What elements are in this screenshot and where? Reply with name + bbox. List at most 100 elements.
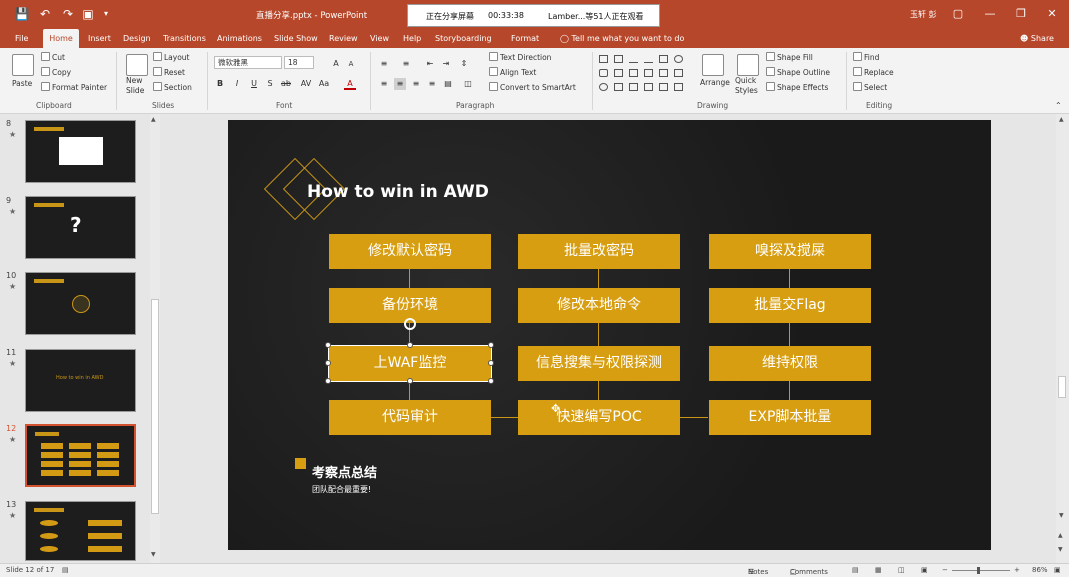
scroll-up-icon[interactable]: ▲ (151, 116, 156, 123)
reading-view-icon[interactable]: ◫ (898, 566, 905, 574)
tab-insert[interactable]: Insert (88, 29, 111, 48)
copy-button[interactable]: Copy (41, 67, 71, 79)
ribbon-display-icon[interactable]: ▢ (950, 6, 966, 22)
section-button[interactable]: Section (153, 82, 192, 94)
rotate-handle-icon[interactable] (404, 318, 416, 330)
tab-review[interactable]: Review (329, 29, 358, 48)
restore-icon[interactable]: ❐ (1013, 6, 1029, 22)
zoom-slider[interactable] (952, 570, 1010, 571)
find-button[interactable]: Find (853, 52, 879, 64)
box-modify-local-commands[interactable]: 修改本地命令 (518, 288, 680, 323)
slide-thumbnail-8[interactable] (25, 120, 136, 183)
slide-title[interactable]: How to win in AWD (307, 182, 489, 202)
next-slide-icon[interactable]: ▼ (1058, 546, 1063, 553)
resize-handle[interactable] (407, 378, 413, 384)
minimize-icon[interactable]: — (982, 6, 998, 22)
thumbnail-scrollbar[interactable]: ▲ ▼ (150, 114, 160, 563)
font-size-select[interactable]: 18 (284, 56, 314, 69)
collapse-ribbon-icon[interactable]: ⌃ (1055, 100, 1062, 112)
scroll-down-icon[interactable]: ▼ (1059, 512, 1064, 519)
normal-view-icon[interactable]: ▤ (852, 566, 859, 574)
zoom-in-icon[interactable]: + (1014, 566, 1020, 574)
zoom-out-icon[interactable]: − (942, 566, 948, 574)
scroll-up-icon[interactable]: ▲ (1059, 116, 1064, 123)
slide-canvas[interactable]: How to win in AWD 修改默认密码 批量改密码 嗅探及搅屎 备份环… (228, 120, 991, 550)
increase-indent-icon[interactable]: ⇥ (440, 58, 452, 70)
align-text-button[interactable]: Align Text (489, 67, 536, 79)
convert-smartart-button[interactable]: Convert to SmartArt (489, 82, 576, 94)
resize-handle[interactable] (488, 360, 494, 366)
box-info-gathering[interactable]: 信息搜集与权限探测 (518, 346, 680, 381)
tab-transitions[interactable]: Transitions (163, 29, 206, 48)
text-direction-button[interactable]: Text Direction (489, 52, 551, 64)
slide-thumbnail-10[interactable] (25, 272, 136, 335)
scroll-down-icon[interactable]: ▼ (151, 551, 156, 558)
tab-animations[interactable]: Animations (217, 29, 262, 48)
box-change-default-password[interactable]: 修改默认密码 (329, 234, 491, 269)
new-slide-button[interactable]: New Slide (126, 76, 152, 96)
resize-handle[interactable] (325, 342, 331, 348)
layout-button[interactable]: Layout (153, 52, 190, 64)
box-exp-batch[interactable]: EXP脚本批量 (709, 400, 871, 435)
decrease-font-icon[interactable]: A (345, 58, 357, 70)
fit-slide-icon[interactable]: ▣ (1054, 566, 1061, 574)
box-batch-submit-flag[interactable]: 批量交Flag (709, 288, 871, 323)
tab-design[interactable]: Design (123, 29, 151, 48)
paste-icon[interactable] (12, 54, 34, 76)
box-maintain-access[interactable]: 维持权限 (709, 346, 871, 381)
paste-button[interactable]: Paste (12, 78, 32, 90)
resize-handle[interactable] (407, 342, 413, 348)
tell-me-search[interactable]: ◯ Tell me what you want to do (560, 29, 684, 48)
arrange-icon[interactable] (702, 54, 724, 76)
change-case-button[interactable]: Aa (318, 78, 330, 90)
box-sniff-and-disrupt[interactable]: 嗅探及搅屎 (709, 234, 871, 269)
quick-styles-button[interactable]: Quick Styles (735, 76, 761, 96)
distributed-icon[interactable]: ▤ (442, 78, 454, 90)
tab-help[interactable]: Help (403, 29, 421, 48)
user-name[interactable]: 玉轩 彭 (910, 9, 937, 20)
quick-styles-icon[interactable] (737, 54, 759, 76)
shape-effects-button[interactable]: Shape Effects (766, 82, 828, 94)
tab-home[interactable]: Home (43, 29, 79, 48)
shape-outline-button[interactable]: Shape Outline (766, 67, 830, 79)
italic-button[interactable]: I (231, 78, 243, 90)
close-icon[interactable]: ✕ (1044, 6, 1060, 22)
zoom-slider-thumb[interactable] (977, 567, 980, 574)
resize-handle[interactable] (325, 378, 331, 384)
slide-thumbnail-13[interactable] (25, 501, 136, 561)
resize-handle[interactable] (325, 360, 331, 366)
line-spacing-icon[interactable]: ⇕ (458, 58, 470, 70)
slide-thumbnail-12[interactable] (25, 424, 136, 487)
box-batch-change-password[interactable]: 批量改密码 (518, 234, 680, 269)
box-code-audit[interactable]: 代码审计 (329, 400, 491, 435)
select-button[interactable]: Select (853, 82, 887, 94)
share-button[interactable]: ☻ Share (1020, 29, 1054, 48)
align-left-icon[interactable]: ≡ (378, 78, 390, 90)
arrange-button[interactable]: Arrange (700, 77, 730, 89)
redo-icon[interactable]: ↷ (60, 6, 76, 22)
tab-slide-show[interactable]: Slide Show (274, 29, 318, 48)
font-name-select[interactable]: 微软雅黑 (214, 56, 282, 69)
new-slide-icon[interactable] (126, 54, 148, 76)
shadow-button[interactable]: S (264, 78, 276, 90)
align-right-icon[interactable]: ≡ (410, 78, 422, 90)
tab-format[interactable]: Format (511, 29, 539, 48)
spellcheck-icon[interactable]: ▤ (62, 566, 69, 574)
decrease-indent-icon[interactable]: ⇤ (424, 58, 436, 70)
summary-title[interactable]: 考察点总结 (312, 462, 377, 481)
char-spacing-button[interactable]: AV (300, 78, 312, 90)
reset-button[interactable]: Reset (153, 67, 185, 79)
save-icon[interactable]: 💾 (14, 6, 30, 22)
justify-icon[interactable]: ≡ (426, 78, 438, 90)
align-center-icon[interactable]: ≡ (394, 78, 406, 90)
scroll-thumb[interactable] (1058, 376, 1066, 398)
previous-slide-icon[interactable]: ▲ (1058, 532, 1063, 539)
undo-icon[interactable]: ↶ (37, 6, 53, 22)
slide-thumbnail-9[interactable]: ? (25, 196, 136, 259)
cut-button[interactable]: Cut (41, 52, 65, 64)
summary-subtitle[interactable]: 团队配合最重要! (312, 484, 371, 495)
zoom-level[interactable]: 86% (1032, 566, 1048, 574)
customize-qat-icon[interactable]: ▾ (98, 6, 114, 22)
slide-sorter-icon[interactable]: ▦ (875, 566, 882, 574)
tab-view[interactable]: View (370, 29, 389, 48)
